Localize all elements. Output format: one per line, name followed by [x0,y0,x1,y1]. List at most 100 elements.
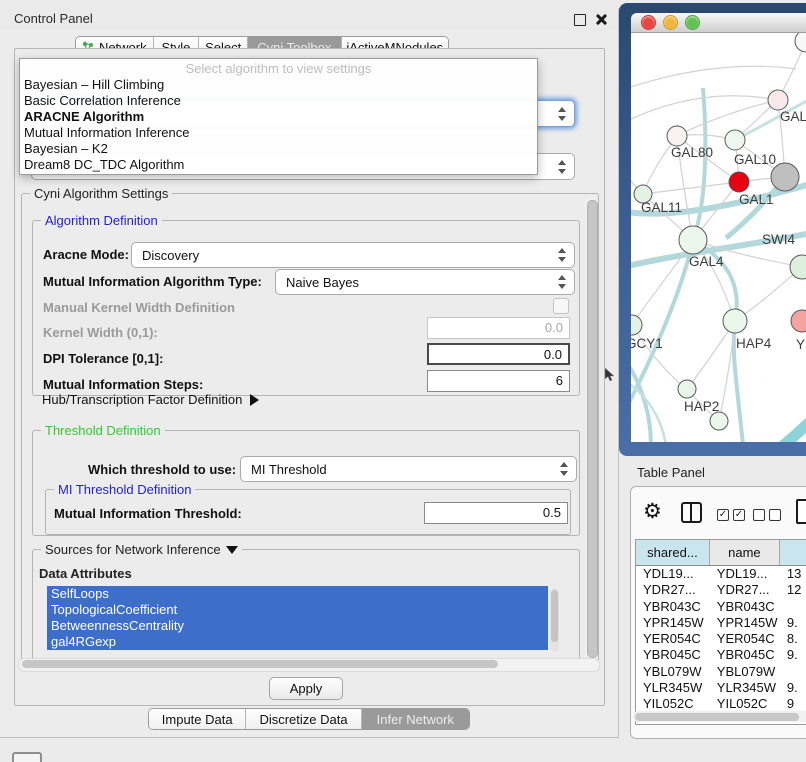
table-row[interactable]: YDR27...YDR27...12 [636,582,806,598]
node-label-gal11: GAL11 [641,200,682,215]
dpi-tolerance-label: DPI Tolerance [0,1]: [43,351,163,366]
mi-threshold-definition-title: MI Threshold Definition [54,482,195,497]
node-hap4[interactable] [723,309,747,333]
node-label-gal1: GAL1 [739,192,774,207]
node-gal1[interactable] [729,172,749,192]
threshold-definition-group: Threshold Definition Which threshold to … [32,430,580,536]
network-edge[interactable] [631,66,796,91]
settings-vertical-scrollbar[interactable] [585,197,597,663]
document-icon[interactable] [796,499,806,524]
mi-threshold-definition-group: MI Threshold Definition Mutual Informati… [45,489,571,535]
threshold-definition-title: Threshold Definition [41,423,165,438]
table-panel: ⚙ ✓✓ shared...name YDL19...YDL19...13YDR… [630,486,806,739]
algorithm-dropdown-popup: Select algorithm to view settings Bayesi… [19,58,538,175]
combo-stepper-icon [555,107,568,121]
attribute-list-item[interactable]: BetweennessCentrality [47,618,548,634]
network-window: GALGAL80GAL10GAL1GAL11GAL4SWI4GCY1HAP4YH… [631,13,806,442]
manual-kernel-width-checkbox[interactable] [553,298,569,314]
screenshot-root: Control Panel NetworkStyleSelectCyni Too… [0,0,806,762]
attributes-list-scrollbar[interactable] [550,588,559,652]
column-header[interactable] [780,540,806,565]
node-pink-top[interactable] [768,90,788,110]
node-gcy1[interactable] [631,315,642,335]
minimize-window-button[interactable] [663,15,678,30]
algorithm-definition-title: Algorithm Definition [41,213,162,228]
attribute-list-item[interactable]: gal4RGexp [47,634,548,650]
node-hap2[interactable] [678,380,696,398]
table-row[interactable]: YBR045CYBR045C9. [636,647,806,663]
close-window-button[interactable] [641,15,656,30]
close-panel-icon[interactable] [594,12,608,26]
select-all-checkboxes-icon[interactable]: ✓✓ [717,509,745,521]
attribute-list-item[interactable]: TopologicalCoefficient [47,602,548,618]
tab-infer-network[interactable]: Infer Network [361,709,469,729]
mi-algorithm-type-label: Mutual Information Algorithm Type: [43,274,262,289]
table-horizontal-scrollbar[interactable] [633,711,806,722]
network-edge[interactable] [632,240,693,325]
attribute-list-item[interactable]: SelfLoops [47,586,548,602]
table-row[interactable]: YER054CYER054C8. [636,631,806,647]
node-top-right[interactable] [795,33,806,52]
kernel-width-label: Kernel Width (0,1): [43,325,158,340]
node-gal80[interactable] [667,126,687,146]
hub-tf-definition-toggle[interactable]: Hub/Transcription Factor Definition [42,392,259,407]
network-edge[interactable] [749,411,806,442]
minimized-panel-chip[interactable] [12,752,42,762]
algorithm-option[interactable]: Bayesian – Hill Climbing [20,77,537,93]
float-panel-icon[interactable] [574,14,586,26]
column-header[interactable]: name [710,540,780,565]
node-label-gal10: GAL10 [734,152,776,167]
algorithm-definition-group: Algorithm Definition Aracne Mode: Discov… [32,220,580,396]
node-gray[interactable] [771,163,799,191]
tab-discretize-data[interactable]: Discretize Data [245,709,360,729]
dpi-tolerance-field[interactable]: 0.0 [427,343,570,365]
network-edge[interactable] [677,100,778,136]
apply-button[interactable]: Apply [269,677,343,700]
data-attributes-list: SelfLoopsTopologicalCoefficientBetweenne… [47,586,559,656]
sources-group-title: Sources for Network Inference [41,542,242,557]
bottom-tabstrip: Impute DataDiscretize DataInfer Network [148,708,470,730]
algorithm-option[interactable]: Basic Correlation Inference [20,93,537,109]
node-label-hap4: HAP4 [736,336,772,351]
mi-algorithm-type-combobox[interactable]: Naive Bayes [275,269,575,295]
node-label-gal80: GAL80 [671,145,713,160]
network-canvas[interactable]: GALGAL80GAL10GAL1GAL11GAL4SWI4GCY1HAP4YH… [631,33,806,442]
algorithm-option[interactable]: ARACNE Algorithm [20,109,537,125]
node-label-gal4: GAL4 [689,254,724,269]
node-salmon[interactable] [791,310,806,332]
zoom-window-button[interactable] [685,15,700,30]
table-row[interactable]: YLR345WYLR345W9. [636,680,806,696]
table-row[interactable]: YBL079WYBL079W [636,664,806,680]
columns-icon[interactable] [681,502,702,523]
tab-impute-data[interactable]: Impute Data [149,709,245,729]
node-gal4[interactable] [679,226,707,254]
settings-horizontal-scrollbar[interactable] [18,658,600,672]
table-row[interactable]: YBR043CYBR043C [636,599,806,615]
collapse-arrow-icon[interactable] [226,546,238,554]
deselect-all-checkboxes-icon[interactable] [753,509,781,521]
which-threshold-combobox[interactable]: MI Threshold [240,456,577,482]
table-row[interactable]: YDL19...YDL19...13 [636,566,806,582]
network-window-titlebar [631,13,806,33]
kernel-width-field[interactable]: 0.0 [427,317,570,339]
algorithm-option[interactable]: Mutual Information Inference [20,125,537,141]
node-gal10[interactable] [725,130,745,150]
node-bottom[interactable] [710,412,728,430]
table-row[interactable]: YIL052CYIL052C9 [636,696,806,712]
which-threshold-label: Which threshold to use: [88,462,236,477]
mi-threshold-field[interactable]: 0.5 [424,502,568,524]
mi-steps-field[interactable]: 6 [427,370,570,392]
combo-stepper-icon [555,248,568,262]
table-row[interactable]: YPR145WYPR145W9. [636,615,806,631]
algorithm-option[interactable]: Dream8 DC_TDC Algorithm [20,157,537,173]
gear-icon[interactable]: ⚙ [643,501,662,522]
cyni-toolbox-content: Inference Algorithm gal-filtered sif def… [14,48,605,706]
aracne-mode-combobox[interactable]: Discovery [131,242,575,268]
network-edge[interactable] [735,267,802,321]
network-edge[interactable] [643,182,739,194]
cyni-algorithm-settings-group: Cyni Algorithm Settings Algorithm Defini… [21,193,599,669]
table-body: YDL19...YDL19...13YDR27...YDR27...12YBR0… [636,566,806,712]
column-header[interactable]: shared... [636,540,710,565]
algorithm-option[interactable]: Bayesian – K2 [20,141,537,157]
mouse-cursor [605,368,615,382]
